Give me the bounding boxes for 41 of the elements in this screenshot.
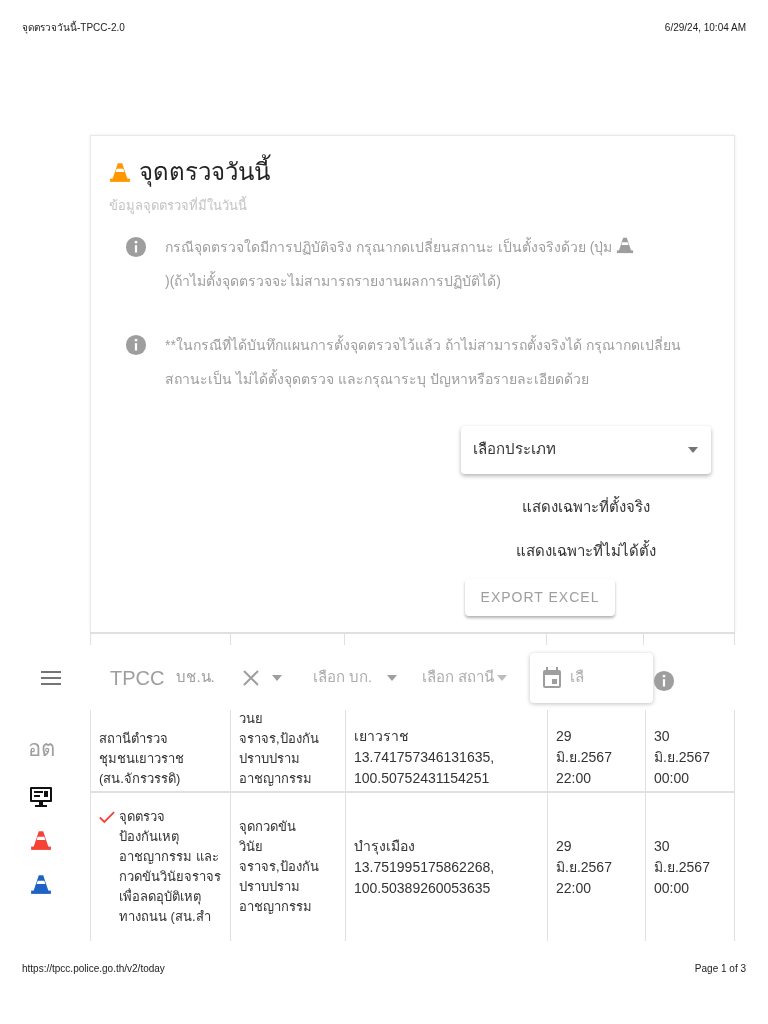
- info-icon: [125, 235, 147, 258]
- note-text: **ในกรณีที่ได้บันทึกแผนการตั้งจุดตรวจไว้แล้ว ถ้าไม่สามารถตั้งจริงได้ กรุณากดเปลี่ยนสถานะเป็น ไม่ได้ตั้งจุดตรวจ และกรุณาระบุ ปัญหาหรือรายละเอียดด้วย: [165, 336, 681, 387]
- app-brand: TPCC: [110, 665, 165, 691]
- print-title: จุดตรวจวันนี้-TPCC-2.0: [22, 20, 125, 36]
- filter-option[interactable]: แสดงเฉพาะที่ไม่ได้ตั้ง: [516, 540, 656, 563]
- caret-icon: [386, 673, 399, 682]
- filter-option[interactable]: แสดงเฉพาะที่ตั้งจริง: [522, 495, 650, 518]
- table-cell-text: จุดกวดขัน วินัย จราจร,ป้องกัน ปราบปราม อาชญากรรม: [239, 818, 319, 916]
- division-select-value[interactable]: บช.น.: [176, 666, 215, 689]
- rail-label[interactable]: อต: [27, 718, 55, 778]
- note-text: กรณีจุดตรวจใดมีการปฏิบัติจริง กรุณากดเปลี่ยนสถานะ เป็นตั้งจริงด้วย (ปุ่ม: [165, 238, 613, 255]
- print-url: https://tpcc.police.go.th/v2/today: [22, 962, 165, 976]
- date-field[interactable]: เลื: [530, 652, 654, 703]
- station-select[interactable]: เลือก สถานี: [422, 666, 509, 689]
- type-select[interactable]: เลือกประเภท: [461, 425, 711, 474]
- print-datetime: 6/29/24, 10:04 AM: [664, 21, 746, 35]
- info-icon: [125, 333, 147, 356]
- calendar-icon: [542, 666, 563, 689]
- cone-icon: [109, 160, 131, 184]
- monitor-icon[interactable]: [29, 786, 53, 808]
- table-cell-text: 30 มิ.ย.2567 00:00: [654, 727, 710, 788]
- table-cell-text: วนย จราจร,ป้องกัน ปราบปราม อาชญากรรม: [239, 710, 319, 788]
- table-cell-text: บำรุงเมือง 13.751995175862268, 100.50389260053635: [354, 836, 495, 898]
- export-button[interactable]: EXPORT EXCEL: [464, 578, 616, 616]
- table-cell-text: จุดตรวจ ป้องกันเหตุ อาชญากรรม และ กวดขันวินัยจราจร เพื่อลดอุบัติเหตุ ทางถนน (สน.สำ: [119, 808, 221, 926]
- table-cell-text: 30 มิ.ย.2567 00:00: [654, 836, 710, 898]
- info-icon: [653, 669, 676, 692]
- caret-icon: [270, 673, 283, 682]
- menu-icon[interactable]: [41, 670, 61, 685]
- clear-icon[interactable]: [242, 669, 259, 686]
- print-page-number: Page 1 of 3: [694, 962, 746, 976]
- table-cell-text: 29 มิ.ย.2567 22:00: [556, 727, 612, 788]
- card-title: จุดตรวจวันนี้: [139, 154, 270, 190]
- table-cell-text: 29 มิ.ย.2567 22:00: [556, 836, 612, 898]
- table-cell-text: เยาวราช 13.741757346131635, 100.50752431154251: [354, 727, 495, 788]
- caret-icon: [496, 673, 509, 682]
- caret-icon: [687, 445, 699, 454]
- card-subtitle: ข้อมูลจุดตรวจที่มีในวันนี้: [109, 196, 248, 216]
- table-cell-text: สถานีตำรวจ ชุมชนเยาวราช (สน.จักรวรรดิ): [99, 730, 184, 788]
- note-text: )(ถ้าไม่ตั้งจุดตรวจจะไม่สามารถรายงานผลการปฏิบัติได้): [165, 270, 502, 292]
- bk-select[interactable]: เลือก บก.: [312, 666, 399, 689]
